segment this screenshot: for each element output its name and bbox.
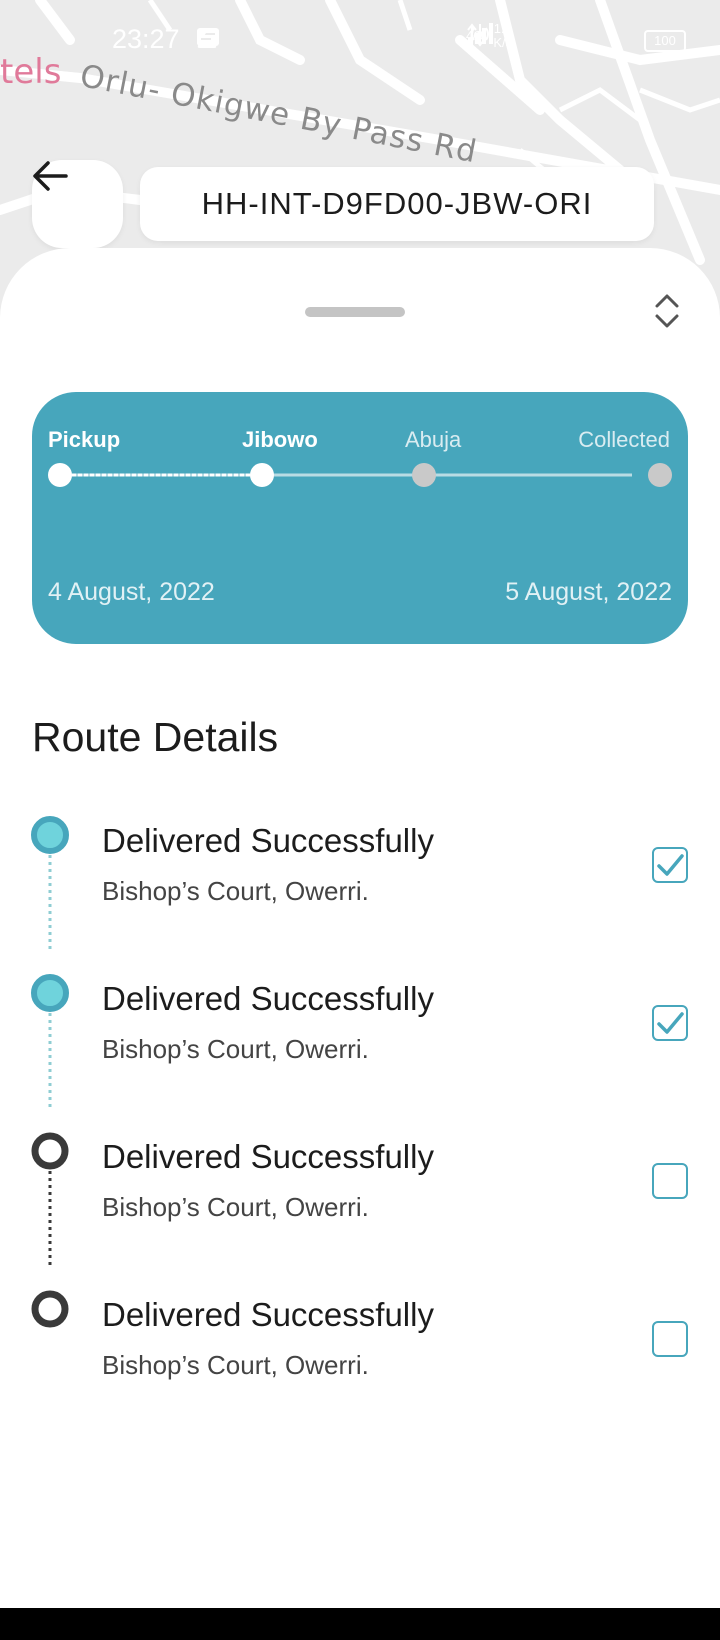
status-icons-right: 4G 1.3 K/s <box>466 22 512 50</box>
bottom-sheet: Pickup Jibowo Abuja Collected 4 August, … <box>0 248 720 1608</box>
route-address: Bishop’s Court, Owerri. <box>102 1192 369 1222</box>
route-checkbox[interactable] <box>652 847 688 883</box>
stage-dot-pickup <box>48 463 72 487</box>
tracking-code-box: HH-INT-D9FD00-JBW-ORI <box>140 167 654 241</box>
route-status: Delivered Successfully <box>102 980 434 1017</box>
status-bar: 23:27 4G 1.3 K/s 100 <box>0 20 720 64</box>
status-time: 23:27 <box>112 24 180 54</box>
route-status: Delivered Successfully <box>102 1138 434 1175</box>
signal-icon-2 <box>468 23 493 44</box>
stage-dot-collected <box>648 463 672 487</box>
route-checkbox[interactable] <box>652 1005 688 1041</box>
back-button[interactable] <box>32 160 123 248</box>
route-address: Bishop’s Court, Owerri. <box>102 1350 369 1380</box>
route-item: Delivered Successfully Bishop’s Court, O… <box>0 1296 720 1454</box>
route-checkbox[interactable] <box>652 1163 688 1199</box>
route-status: Delivered Successfully <box>102 1296 434 1333</box>
stage-dot-jibowo <box>250 463 274 487</box>
expand-collapse-icon[interactable] <box>650 292 684 330</box>
start-date: 4 August, 2022 <box>48 578 215 606</box>
net-speed-value: 1.3 <box>493 21 512 36</box>
route-item: Delivered Successfully Bishop’s Court, O… <box>0 822 720 980</box>
route-details-title: Route Details <box>32 714 279 760</box>
checkmark-icon <box>657 1012 684 1034</box>
net-speed: 1.3 K/s <box>493 22 512 50</box>
route-item: Delivered Successfully Bishop’s Court, O… <box>0 1138 720 1296</box>
shipment-progress-card: Pickup Jibowo Abuja Collected 4 August, … <box>32 392 688 644</box>
tracking-code: HH-INT-D9FD00-JBW-ORI <box>201 186 593 221</box>
route-item: Delivered Successfully Bishop’s Court, O… <box>0 980 720 1138</box>
stage-label-pickup: Pickup <box>48 427 121 452</box>
route-checkbox[interactable] <box>652 1321 688 1357</box>
battery-icon: 100 <box>644 30 686 52</box>
checkmark-icon <box>657 854 684 876</box>
route-status: Delivered Successfully <box>102 822 434 859</box>
route-address: Bishop’s Court, Owerri. <box>102 876 369 906</box>
system-navigation-bar <box>0 1608 720 1640</box>
stage-dot-abuja <box>412 463 436 487</box>
arrow-left-icon <box>33 161 68 191</box>
stage-label-abuja: Abuja <box>405 427 462 452</box>
stage-label-jibowo: Jibowo <box>242 427 318 452</box>
end-date: 5 August, 2022 <box>505 578 672 606</box>
app-screen: tels Orlu- Okigwe By Pass Rd 23:27 4G 1.… <box>0 0 720 1608</box>
dot-icon <box>198 28 206 36</box>
route-address: Bishop’s Court, Owerri. <box>102 1034 369 1064</box>
net-speed-unit: K/s <box>493 35 513 50</box>
stage-label-collected: Collected <box>578 427 670 452</box>
drag-handle[interactable] <box>305 307 405 317</box>
